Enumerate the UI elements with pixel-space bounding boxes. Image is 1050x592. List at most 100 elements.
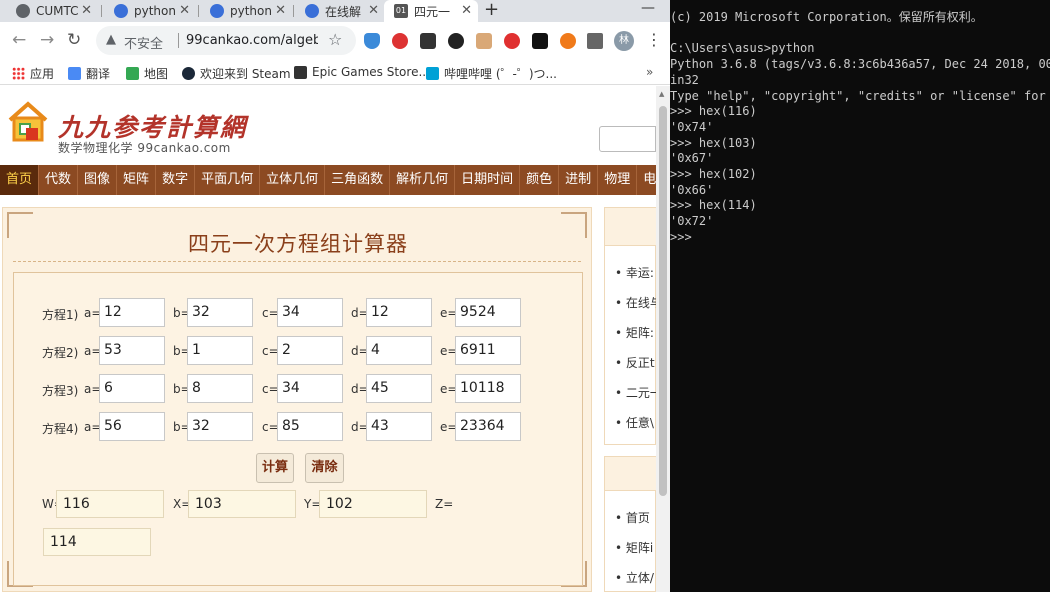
- result-y-field[interactable]: 102: [319, 490, 427, 518]
- close-icon[interactable]: ✕: [179, 3, 190, 18]
- sidebar-link[interactable]: • 矩阵:: [615, 324, 654, 341]
- sidebar-panel-top: • 幸运: • 在线与 • 矩阵: • 反正t • 二元一 • 任意\: [604, 207, 656, 445]
- close-icon[interactable]: ✕: [275, 3, 286, 18]
- scrollbar-thumb[interactable]: [659, 106, 667, 496]
- nav-item-matrix[interactable]: 矩阵: [117, 165, 157, 195]
- sidebar-link[interactable]: • 矩阵i: [615, 539, 653, 556]
- coef-c-input[interactable]: 34: [277, 298, 343, 327]
- tab-separator: [101, 5, 102, 17]
- scroll-up-icon[interactable]: ▲: [659, 90, 664, 98]
- sidebar-link[interactable]: • 反正t: [615, 354, 655, 371]
- block-extension-icon[interactable]: [504, 33, 520, 49]
- map-pin-icon: [126, 67, 139, 80]
- coef-b-input[interactable]: 32: [187, 412, 253, 441]
- terminal-window[interactable]: (c) 2019 Microsoft Corporation。保留所有权利。 C…: [670, 0, 1050, 592]
- s-extension-icon[interactable]: [420, 33, 436, 49]
- sidebar-link[interactable]: • 首页: [615, 509, 650, 526]
- nav-item-physics[interactable]: 物理: [598, 165, 638, 195]
- sidebar-link[interactable]: • 任意\: [615, 414, 654, 431]
- new-tab-button[interactable]: +: [484, 0, 499, 20]
- nav-item-home[interactable]: 首页: [0, 165, 40, 195]
- nav-item-graph[interactable]: 图像: [78, 165, 118, 195]
- coef-e-input[interactable]: 9524: [455, 298, 521, 327]
- tab-python-1[interactable]: python ✕: [104, 0, 196, 22]
- baidu-paw-icon: [210, 4, 224, 18]
- coef-c-input[interactable]: 85: [277, 412, 343, 441]
- h-extension-icon[interactable]: [532, 33, 548, 49]
- nav-item-number[interactable]: 数字: [156, 165, 196, 195]
- tab-separator: [198, 5, 199, 17]
- close-icon[interactable]: ✕: [368, 3, 379, 18]
- result-w-field[interactable]: 116: [56, 490, 164, 518]
- coef-d-input[interactable]: 45: [366, 374, 432, 403]
- star-icon[interactable]: ☆: [328, 30, 342, 49]
- coef-d-input[interactable]: 43: [366, 412, 432, 441]
- clear-button[interactable]: 清除: [305, 453, 344, 483]
- bookmark-steam[interactable]: 欢迎来到 Steam: [182, 65, 291, 82]
- tab-active-calculator[interactable]: 01 四元一 ✕: [384, 0, 478, 22]
- coef-a-input[interactable]: 56: [99, 412, 165, 441]
- minimize-button[interactable]: —: [641, 0, 655, 16]
- result-z-field[interactable]: 114: [43, 528, 151, 556]
- nav-item-date-time[interactable]: 日期时间: [455, 165, 521, 195]
- coef-b-input[interactable]: 1: [187, 336, 253, 365]
- coef-b-input[interactable]: 32: [187, 298, 253, 327]
- result-z-label: Z=: [435, 497, 454, 511]
- translate-icon: [68, 67, 81, 80]
- nav-item-trigonometry[interactable]: 三角函数: [325, 165, 391, 195]
- face-extension-icon[interactable]: [476, 33, 492, 49]
- result-x-field[interactable]: 103: [188, 490, 296, 518]
- coef-e-input[interactable]: 23364: [455, 412, 521, 441]
- sidebar-link[interactable]: • 在线与: [615, 294, 656, 311]
- equation-label: 方程1): [42, 308, 79, 322]
- arrow-right-icon[interactable]: →: [40, 30, 54, 50]
- nav-item-plane-geometry[interactable]: 平面几何: [195, 165, 261, 195]
- site-logo-icon[interactable]: [6, 100, 50, 144]
- puzzle-extensions-icon[interactable]: [587, 33, 603, 49]
- coef-a-input[interactable]: 53: [99, 336, 165, 365]
- calculate-button[interactable]: 计算: [256, 453, 294, 483]
- coef-d-input[interactable]: 4: [366, 336, 432, 365]
- avatar[interactable]: 林: [614, 31, 634, 51]
- bookmark-apps[interactable]: 应用: [12, 65, 54, 82]
- sidebar-link[interactable]: • 幸运:: [615, 264, 654, 281]
- bookmark-maps[interactable]: 地图: [126, 65, 168, 82]
- coef-c-input[interactable]: 34: [277, 374, 343, 403]
- sidebar-link[interactable]: • 二元一: [615, 384, 656, 401]
- more-bookmarks-icon[interactable]: »: [646, 65, 653, 79]
- coef-c-input[interactable]: 2: [277, 336, 343, 365]
- sidebar-link[interactable]: • 立体/: [615, 569, 654, 586]
- close-icon[interactable]: ✕: [81, 3, 92, 18]
- nav-item-electronics[interactable]: 电子: [637, 165, 656, 195]
- coef-e-input[interactable]: 6911: [455, 336, 521, 365]
- address-bar[interactable]: ▲ 不安全 99cankao.com/algebr... ☆: [96, 26, 356, 55]
- warning-icon[interactable]: ▲: [106, 32, 116, 47]
- url-text[interactable]: 99cankao.com/algebr...: [186, 33, 318, 48]
- arrow-left-icon[interactable]: ←: [12, 30, 26, 50]
- nav-item-analytic-geometry[interactable]: 解析几何: [390, 165, 456, 195]
- nav-item-solid-geometry[interactable]: 立体几何: [260, 165, 326, 195]
- coef-e-input[interactable]: 10118: [455, 374, 521, 403]
- tab-online-solver[interactable]: 在线解 ✕: [295, 0, 385, 22]
- shield-extension-icon[interactable]: [364, 33, 380, 49]
- reload-icon[interactable]: ↻: [67, 30, 81, 50]
- coef-a-input[interactable]: 12: [99, 298, 165, 327]
- adblock-extension-icon[interactable]: [392, 33, 408, 49]
- tab-cumtc[interactable]: CUMTC ✕: [6, 0, 98, 22]
- coef-a-input[interactable]: 6: [99, 374, 165, 403]
- nav-item-color[interactable]: 颜色: [520, 165, 560, 195]
- page-scrollbar[interactable]: ▲: [656, 86, 670, 592]
- nav-item-base[interactable]: 进制: [559, 165, 599, 195]
- nav-item-algebra[interactable]: 代数: [39, 165, 79, 195]
- tab-python-2[interactable]: python ✕: [200, 0, 292, 22]
- ghost-extension-icon[interactable]: [448, 33, 464, 49]
- coef-d-input[interactable]: 12: [366, 298, 432, 327]
- site-search-input[interactable]: [599, 126, 656, 152]
- kebab-menu-icon[interactable]: ⋮: [646, 30, 662, 49]
- bookmark-epic[interactable]: Epic Games Store...: [294, 65, 430, 79]
- orange-extension-icon[interactable]: [560, 33, 576, 49]
- bookmark-translate[interactable]: 翻译: [68, 65, 110, 82]
- close-icon[interactable]: ✕: [461, 3, 472, 18]
- coef-b-input[interactable]: 8: [187, 374, 253, 403]
- bookmark-bilibili[interactable]: 哔哩哔哩 (゜-゜)つ...: [426, 65, 557, 82]
